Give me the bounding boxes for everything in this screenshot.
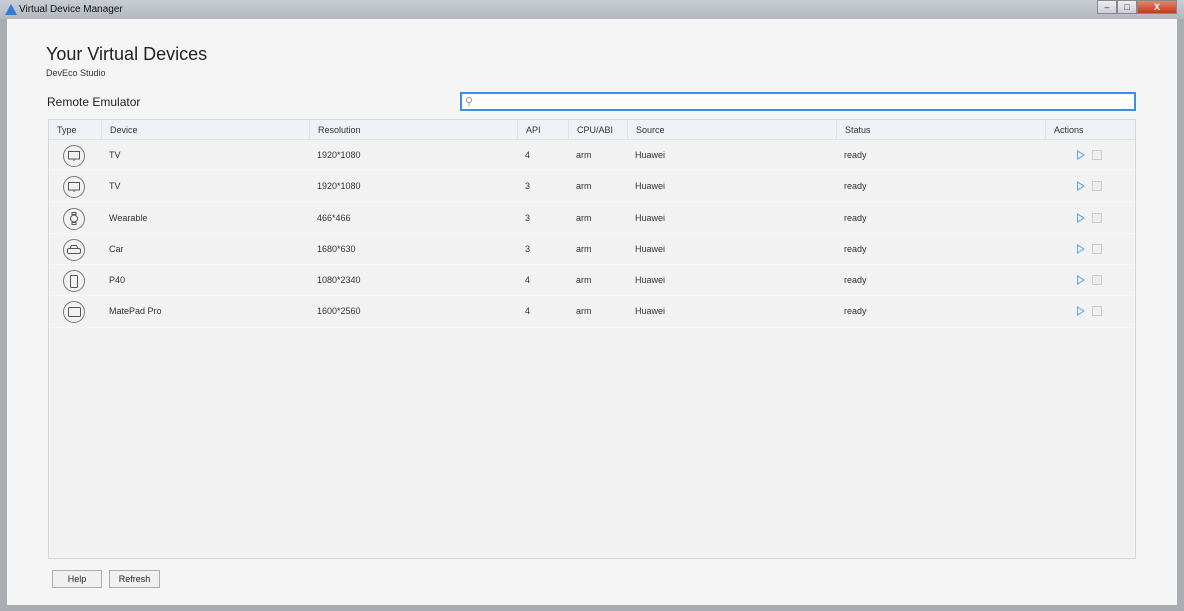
cell-source: Huawei xyxy=(635,275,666,286)
play-icon[interactable] xyxy=(1077,275,1085,286)
column-header[interactable]: Status xyxy=(836,120,871,140)
cell-resolution: 1600*2560 xyxy=(317,306,361,317)
cell-api: 3 xyxy=(525,212,531,223)
cell-device: Car xyxy=(109,243,124,254)
cell-cpu: arm xyxy=(576,275,592,286)
cell-cpu: arm xyxy=(576,212,592,223)
cell-cpu: arm xyxy=(576,243,592,254)
window-title: Virtual Device Manager xyxy=(19,4,123,15)
section-title: Remote Emulator xyxy=(47,95,141,109)
stop-icon[interactable] xyxy=(1092,243,1102,254)
cell-api: 3 xyxy=(525,181,531,192)
cell-resolution: 1920*1080 xyxy=(317,181,361,192)
column-header[interactable]: API xyxy=(517,120,541,140)
cell-api: 3 xyxy=(525,243,531,254)
cell-status: ready xyxy=(844,306,867,317)
search-input[interactable]: ⚲ xyxy=(460,92,1136,111)
cell-resolution: 1920*1080 xyxy=(317,150,361,160)
tv-icon xyxy=(63,176,85,199)
table-row[interactable]: Wearable 466*466 3 arm Huawei ready xyxy=(49,202,1135,234)
cell-source: Huawei xyxy=(635,150,666,160)
cell-device: P40 xyxy=(109,275,126,286)
stop-icon[interactable] xyxy=(1092,150,1102,160)
cell-status: ready xyxy=(844,275,867,286)
column-header[interactable]: Resolution xyxy=(309,120,361,140)
refresh-button[interactable]: Refresh xyxy=(109,570,160,588)
play-icon[interactable] xyxy=(1077,243,1085,254)
cell-source: Huawei xyxy=(635,212,666,223)
cell-api: 4 xyxy=(525,275,531,286)
page-title: Your Virtual Devices xyxy=(46,44,208,64)
column-header[interactable]: Device xyxy=(101,120,138,140)
dialog-body: Your Virtual Devices DevEco Studio Remot… xyxy=(7,19,1177,605)
cell-device: MatePad Pro xyxy=(109,306,162,317)
column-header[interactable]: Type xyxy=(49,120,77,140)
stop-icon[interactable] xyxy=(1092,212,1102,223)
cell-status: ready xyxy=(844,243,867,254)
cell-resolution: 1680*630 xyxy=(317,243,356,254)
car-icon xyxy=(63,238,85,261)
play-icon[interactable] xyxy=(1077,212,1085,223)
column-header[interactable]: Source xyxy=(627,120,665,140)
table-row[interactable]: MatePad Pro 1600*2560 4 arm Huawei ready xyxy=(49,296,1135,328)
table-row[interactable]: Car 1680*630 3 arm Huawei ready xyxy=(49,233,1135,266)
stop-icon[interactable] xyxy=(1092,306,1102,317)
cell-source: Huawei xyxy=(635,306,666,317)
close-button[interactable]: X xyxy=(1137,0,1177,14)
play-icon[interactable] xyxy=(1077,306,1085,317)
table-header: Type Device Resolution API CPU/ABI Source Stat… xyxy=(49,120,1135,140)
table-row[interactable]: TV 1920*1080 4 arm Huawei ready xyxy=(49,140,1135,172)
tablet-icon xyxy=(63,301,85,324)
title-bar: Virtual Device Manager – □ X xyxy=(0,0,1184,19)
cell-device: TV xyxy=(109,150,121,160)
cell-device: TV xyxy=(109,181,121,192)
app-logo-icon xyxy=(5,4,17,15)
cell-api: 4 xyxy=(525,150,531,160)
cell-source: Huawei xyxy=(635,181,666,192)
stop-icon[interactable] xyxy=(1092,181,1102,192)
column-header[interactable]: CPU/ABI xyxy=(568,120,613,140)
cell-api: 4 xyxy=(525,306,531,317)
device-table: Type Device Resolution API CPU/ABI Source Stat… xyxy=(48,119,1136,559)
search-icon: ⚲ xyxy=(465,96,474,108)
stop-icon[interactable] xyxy=(1092,275,1102,286)
cell-source: Huawei xyxy=(635,243,666,254)
cell-status: ready xyxy=(844,212,867,223)
maximize-button[interactable]: □ xyxy=(1117,0,1137,14)
cell-device: Wearable xyxy=(109,212,148,223)
cell-status: ready xyxy=(844,150,867,160)
cell-cpu: arm xyxy=(576,306,592,317)
page-subtitle: DevEco Studio xyxy=(46,68,106,78)
phone-icon xyxy=(63,270,85,293)
tv-icon xyxy=(63,145,85,167)
cell-status: ready xyxy=(844,181,867,192)
cell-cpu: arm xyxy=(576,150,592,160)
watch-icon xyxy=(63,207,85,230)
table-row[interactable]: TV 1920*1080 3 arm Huawei ready xyxy=(49,171,1135,203)
cell-cpu: arm xyxy=(576,181,592,192)
play-icon[interactable] xyxy=(1077,150,1085,160)
help-button[interactable]: Help xyxy=(52,570,102,588)
column-header[interactable]: Actions xyxy=(1045,120,1084,140)
cell-resolution: 1080*2340 xyxy=(317,275,361,286)
play-icon[interactable] xyxy=(1077,181,1085,192)
table-row[interactable]: P40 1080*2340 4 arm Huawei ready xyxy=(49,265,1135,297)
minimize-button[interactable]: – xyxy=(1097,0,1117,14)
cell-resolution: 466*466 xyxy=(317,212,351,223)
